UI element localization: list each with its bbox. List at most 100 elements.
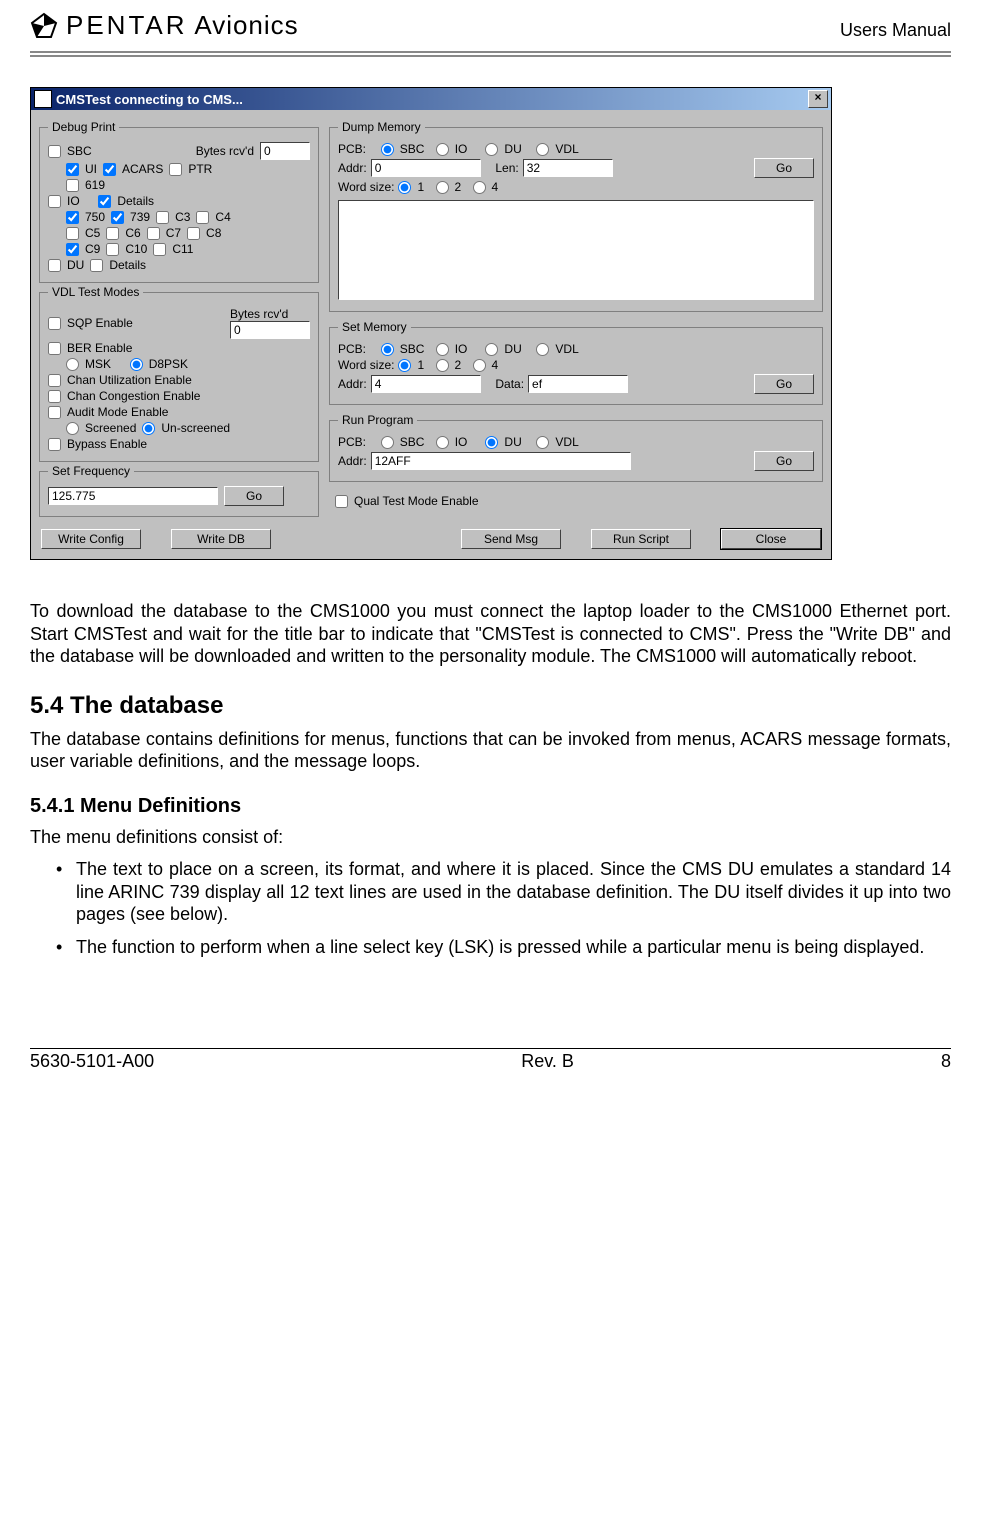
set-freq-group: Set Frequency Go xyxy=(39,464,319,517)
set-pcb-label: PCB: xyxy=(338,342,366,356)
dump-len-input[interactable] xyxy=(523,159,613,177)
cb-c7[interactable]: C7 xyxy=(147,226,181,240)
cb-chan-util[interactable]: Chan Utilization Enable xyxy=(48,373,192,387)
set-rb-du[interactable]: DU xyxy=(485,342,521,356)
bytes-rcvd-input[interactable] xyxy=(260,142,310,160)
footer-docnum: 5630-5101-A00 xyxy=(30,1051,154,1072)
dump-output[interactable] xyxy=(338,200,814,300)
dump-go-button[interactable]: Go xyxy=(754,158,814,178)
set-ws-1[interactable]: 1 xyxy=(398,358,424,372)
set-rb-sbc[interactable]: SBC xyxy=(381,342,425,356)
cb-chan-cong[interactable]: Chan Congestion Enable xyxy=(48,389,200,403)
cb-c8[interactable]: C8 xyxy=(187,226,221,240)
debug-print-group: Debug Print SBC Bytes rcv'd UI ACARS PTR… xyxy=(39,120,319,283)
set-go-button[interactable]: Go xyxy=(754,374,814,394)
dump-rb-io[interactable]: IO xyxy=(436,142,468,156)
footer-page: 8 xyxy=(941,1051,951,1072)
dump-addr-label: Addr: xyxy=(338,161,367,175)
para-download: To download the database to the CMS1000 … xyxy=(30,600,951,668)
dump-ws-4[interactable]: 4 xyxy=(473,180,499,194)
cb-bypass[interactable]: Bypass Enable xyxy=(48,437,147,451)
cb-750[interactable]: 750 xyxy=(66,210,105,224)
list-item: The text to place on a screen, its forma… xyxy=(56,858,951,926)
rb-unscreened[interactable]: Un-screened xyxy=(142,421,230,435)
cb-c4[interactable]: C4 xyxy=(196,210,230,224)
dump-mem-group: Dump Memory PCB: SBC IO DU VDL Addr: Len… xyxy=(329,120,823,312)
cb-ber[interactable]: BER Enable xyxy=(48,341,132,355)
set-rb-io[interactable]: IO xyxy=(436,342,468,356)
cb-io[interactable]: IO xyxy=(48,194,80,208)
run-prog-group: Run Program PCB: SBC IO DU VDL Addr: Go xyxy=(329,413,823,482)
heading-5-4: 5.4 The database xyxy=(30,692,951,720)
set-word-label: Word size: xyxy=(338,358,394,372)
cb-c3[interactable]: C3 xyxy=(156,210,190,224)
dump-rb-sbc[interactable]: SBC xyxy=(381,142,425,156)
para-menu-defs: The menu definitions consist of: xyxy=(30,826,951,849)
set-freq-legend: Set Frequency xyxy=(48,464,134,478)
para-database: The database contains definitions for me… xyxy=(30,728,951,773)
rb-screened[interactable]: Screened xyxy=(66,421,136,435)
cb-c6[interactable]: C6 xyxy=(106,226,140,240)
dump-ws-2[interactable]: 2 xyxy=(436,180,462,194)
cb-c10[interactable]: C10 xyxy=(106,242,147,256)
cb-acars[interactable]: ACARS xyxy=(103,162,163,176)
run-addr-label: Addr: xyxy=(338,454,367,468)
header-rule xyxy=(30,51,951,57)
dump-rb-du[interactable]: DU xyxy=(485,142,521,156)
menu-def-list: The text to place on a screen, its forma… xyxy=(30,858,951,958)
send-msg-button[interactable]: Send Msg xyxy=(461,529,561,549)
cb-details1[interactable]: Details xyxy=(98,194,154,208)
brand-name-1: PENTAR xyxy=(66,10,188,40)
cb-ui[interactable]: UI xyxy=(66,162,97,176)
list-item: The function to perform when a line sele… xyxy=(56,936,951,959)
debug-print-legend: Debug Print xyxy=(48,120,119,134)
dump-ws-1[interactable]: 1 xyxy=(398,180,424,194)
cb-sqp[interactable]: SQP Enable xyxy=(48,316,133,330)
cb-c11[interactable]: C11 xyxy=(153,242,193,256)
cb-619[interactable]: 619 xyxy=(66,178,105,192)
run-rb-sbc[interactable]: SBC xyxy=(381,435,425,449)
cb-739[interactable]: 739 xyxy=(111,210,150,224)
vdl-bytes-input[interactable] xyxy=(230,321,310,339)
app-icon xyxy=(34,90,52,108)
set-rb-vdl[interactable]: VDL xyxy=(536,342,578,356)
run-addr-input[interactable] xyxy=(371,452,631,470)
freq-go-button[interactable]: Go xyxy=(224,486,284,506)
cb-c9[interactable]: C9 xyxy=(66,242,100,256)
set-ws-4[interactable]: 4 xyxy=(473,358,499,372)
cb-du[interactable]: DU xyxy=(48,258,84,272)
cb-ptr[interactable]: PTR xyxy=(169,162,212,176)
cb-qual[interactable]: Qual Test Mode Enable xyxy=(335,494,479,508)
cb-details2[interactable]: Details xyxy=(90,258,146,272)
close-icon[interactable]: × xyxy=(808,90,828,108)
cb-audit[interactable]: Audit Mode Enable xyxy=(48,405,168,419)
dump-addr-input[interactable] xyxy=(371,159,481,177)
close-button[interactable]: Close xyxy=(721,529,821,549)
dump-mem-legend: Dump Memory xyxy=(338,120,425,134)
cb-sbc[interactable]: SBC xyxy=(48,144,92,158)
write-db-button[interactable]: Write DB xyxy=(171,529,271,549)
run-rb-du[interactable]: DU xyxy=(485,435,521,449)
rb-msk[interactable]: MSK xyxy=(66,357,111,371)
rb-d8psk[interactable]: D8PSK xyxy=(130,357,188,371)
set-ws-2[interactable]: 2 xyxy=(436,358,462,372)
run-rb-io[interactable]: IO xyxy=(436,435,468,449)
bytes-rcvd-label: Bytes rcv'd xyxy=(196,144,254,158)
write-config-button[interactable]: Write Config xyxy=(41,529,141,549)
freq-input[interactable] xyxy=(48,487,218,505)
set-data-input[interactable] xyxy=(528,375,628,393)
run-go-button[interactable]: Go xyxy=(754,451,814,471)
doc-type: Users Manual xyxy=(840,20,951,41)
dump-rb-vdl[interactable]: VDL xyxy=(536,142,578,156)
window-title: CMSTest connecting to CMS... xyxy=(56,92,243,107)
run-rb-vdl[interactable]: VDL xyxy=(536,435,578,449)
footer-rev: Rev. B xyxy=(521,1051,574,1072)
dump-word-label: Word size: xyxy=(338,180,394,194)
titlebar: CMSTest connecting to CMS... × xyxy=(31,88,831,110)
run-pcb-label: PCB: xyxy=(338,435,366,449)
brand-logo: PENTAR Avionics xyxy=(30,10,299,41)
cb-c5[interactable]: C5 xyxy=(66,226,100,240)
heading-5-4-1: 5.4.1 Menu Definitions xyxy=(30,795,951,818)
run-script-button[interactable]: Run Script xyxy=(591,529,691,549)
set-addr-input[interactable] xyxy=(371,375,481,393)
